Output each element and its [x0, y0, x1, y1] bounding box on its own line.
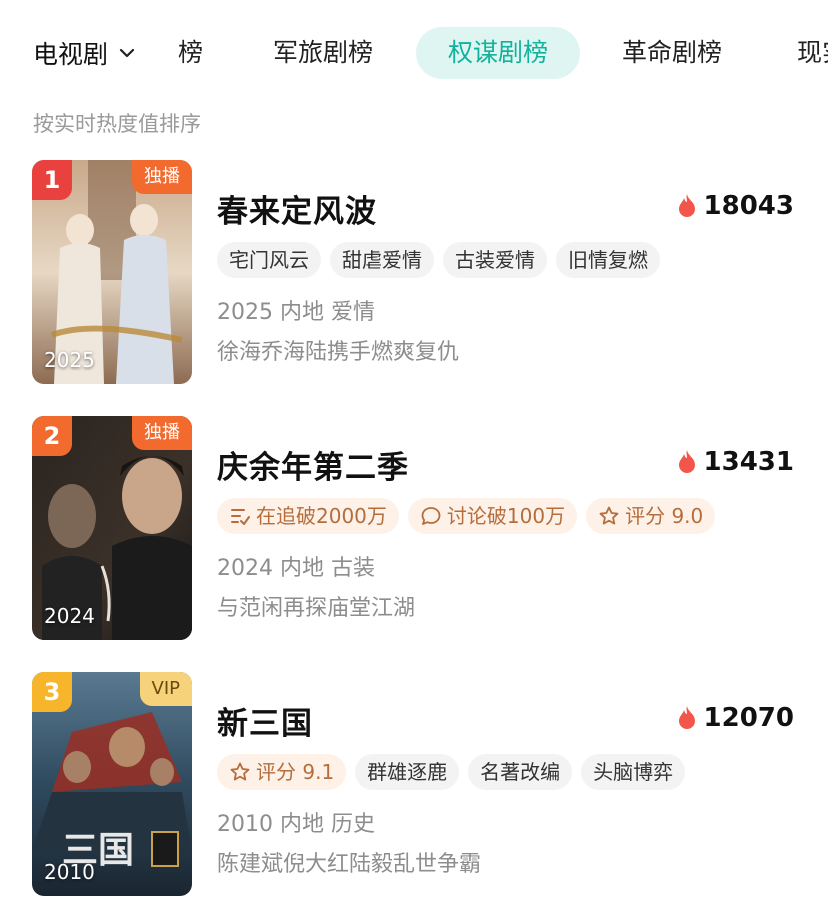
category-label: 电视剧 — [33, 40, 109, 69]
tag[interactable]: 头脑博弈 — [581, 754, 686, 790]
tab-partial[interactable]: 榜 — [178, 27, 203, 79]
heat-value: 18043 — [703, 191, 794, 221]
list-check-icon — [231, 509, 250, 525]
tag-list: 在追破2000万 讨论破100万 评分 9.0 — [217, 498, 716, 534]
show-meta: 2010 内地 历史 — [217, 812, 375, 837]
poster-image[interactable]: 1 独播 2025 — [32, 160, 192, 384]
tab-reality[interactable]: 现实 — [797, 27, 828, 79]
star-icon — [599, 506, 619, 525]
star-icon — [230, 762, 250, 781]
show-title[interactable]: 庆余年第二季 — [217, 442, 409, 487]
tag[interactable]: 宅门风云 — [217, 242, 321, 278]
rank-badge: 1 — [32, 160, 72, 200]
flame-icon — [678, 450, 695, 473]
show-meta: 2025 内地 爱情 — [217, 300, 375, 325]
show-meta: 2024 内地 古装 — [217, 556, 375, 581]
show-title[interactable]: 春来定风波 — [217, 186, 377, 231]
tab-revolution[interactable]: 革命剧榜 — [622, 27, 722, 79]
chevron-down-icon — [119, 48, 135, 58]
tag-rating[interactable]: 评分 9.0 — [586, 498, 716, 534]
tag-label: 评分 9.1 — [256, 760, 335, 784]
flame-icon — [678, 194, 695, 217]
poster-year: 2010 — [44, 860, 95, 884]
tag-label: 讨论破100万 — [446, 504, 566, 528]
tag-rating[interactable]: 评分 9.1 — [217, 754, 347, 790]
rank-badge: 2 — [32, 416, 72, 456]
tag-following[interactable]: 在追破2000万 — [217, 498, 399, 534]
poster-image[interactable]: 2 独播 2024 — [32, 416, 192, 640]
vip-badge: VIP — [139, 672, 192, 706]
heat-score: 13431 — [676, 447, 794, 477]
tag-label: 在追破2000万 — [256, 504, 387, 528]
exclusive-badge: 独播 — [132, 416, 192, 450]
show-description: 徐海乔海陆携手燃爽复仇 — [217, 340, 460, 365]
tab-military[interactable]: 军旅剧榜 — [273, 27, 373, 79]
tag[interactable]: 甜虐爱情 — [330, 242, 434, 278]
ranking-item[interactable]: 2 独播 2024 庆余年第二季 13431 在追破2000万 讨论破100万 — [0, 416, 828, 642]
tag[interactable]: 名著改编 — [468, 754, 573, 790]
rank-badge: 3 — [32, 672, 72, 712]
ranking-item[interactable]: 1 独播 2025 春来定风波 18043 宅门风云 甜虐爱情 古装爱情 旧情复… — [0, 160, 828, 386]
sort-hint: 按实时热度值排序 — [33, 112, 201, 136]
poster-year: 2025 — [44, 348, 95, 372]
heat-value: 13431 — [703, 447, 794, 477]
tag[interactable]: 古装爱情 — [443, 242, 547, 278]
tab-power-struggle[interactable]: 权谋剧榜 — [416, 27, 581, 79]
poster-year: 2024 — [44, 604, 95, 628]
show-title[interactable]: 新三国 — [217, 698, 313, 743]
tag-list: 评分 9.1 群雄逐鹿 名著改编 头脑博弈 — [217, 754, 686, 790]
ranking-item[interactable]: 三国 3 VIP 2010 新三国 12070 评分 9.1 群雄逐鹿 名著改编… — [0, 672, 828, 898]
flame-icon — [678, 706, 695, 729]
comment-icon — [421, 507, 441, 525]
category-tab-bar: 电视剧 榜 军旅剧榜 权谋剧榜 革命剧榜 现实 — [0, 0, 828, 100]
tag[interactable]: 群雄逐鹿 — [355, 754, 460, 790]
tag-label: 评分 9.0 — [625, 504, 704, 528]
heat-value: 12070 — [703, 703, 794, 733]
tag[interactable]: 旧情复燃 — [556, 242, 660, 278]
tag-discussion[interactable]: 讨论破100万 — [407, 498, 578, 534]
tag-list: 宅门风云 甜虐爱情 古装爱情 旧情复燃 — [217, 242, 660, 278]
poster-image[interactable]: 三国 3 VIP 2010 — [32, 672, 192, 896]
category-selector[interactable]: 电视剧 — [33, 36, 136, 70]
heat-score: 12070 — [676, 703, 794, 733]
show-description: 与范闲再探庙堂江湖 — [217, 596, 416, 621]
show-description: 陈建斌倪大红陆毅乱世争霸 — [217, 852, 482, 877]
exclusive-badge: 独播 — [132, 160, 192, 194]
heat-score: 18043 — [676, 191, 794, 221]
